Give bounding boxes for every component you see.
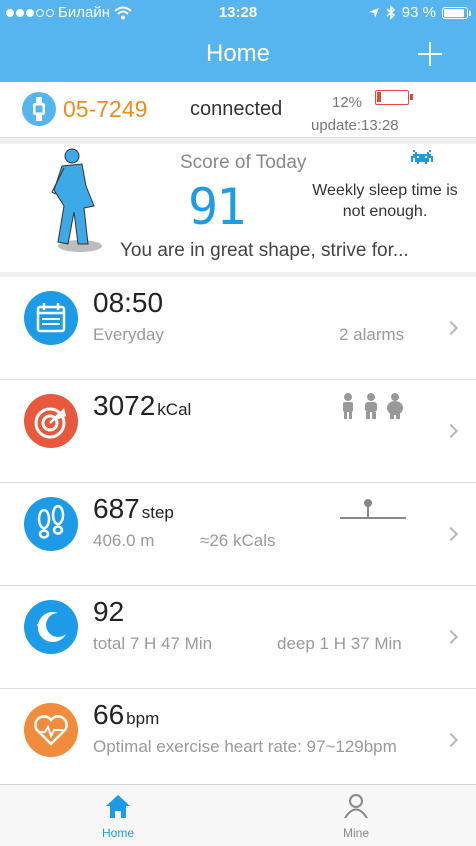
heart-rate-unit: bpm [126,709,160,728]
person-icon [344,794,368,819]
weekly-sleep-message: Weekly sleep time is not enough. [312,182,458,220]
space-invader-icon[interactable] [409,150,435,170]
bluetooth-icon [386,5,395,20]
steps-kcals: ≈26 kCals [200,531,276,550]
location-arrow-icon [368,7,379,18]
phone-battery-icon [442,6,471,19]
tab-mine-label: Mine [342,826,369,840]
score-title: Score of Today [180,152,307,173]
battery-percent: 93 % [401,4,436,21]
sleep-total: total 7 H 47 Min [93,634,213,653]
alarm-repeat: Everyday [93,325,164,344]
moon-stars-icon [24,600,78,654]
calendar-icon [24,291,78,345]
page-title: Home [205,40,271,67]
steps-row[interactable]: 687 step 406.0 m ≈26 kCals [0,483,476,586]
footprints-icon [24,497,78,551]
sleep-row[interactable]: 92 total 7 H 47 Min deep 1 H 37 Min [0,586,476,689]
heart-rate-row[interactable]: 66 bpm Optimal exercise heart rate: 97~12… [0,689,476,784]
target-arrow-icon [24,394,78,448]
device-name: 05-7249 [63,96,148,122]
steps-distance: 406.0 m [93,531,155,550]
add-button[interactable] [418,42,442,66]
tab-home-label: Home [101,826,134,840]
body-figure-icon [51,148,102,252]
calories-number: 3072 [93,390,156,421]
device-bar[interactable]: 05-7249 connected 12% update:13:28 [0,82,476,138]
body-types-icon [343,393,403,419]
score-message: You are in great shape, strive for... [120,240,409,261]
nav-bar: Home [0,26,476,82]
sleep-value: 92 [93,596,125,627]
home-screen: Билайн 13:28 93 % Home 05-7249 connected… [0,0,476,846]
tab-home[interactable]: Home [78,793,158,840]
phone-battery-level [444,8,465,17]
last-update: update:13:28 [311,117,399,134]
score-value: 91 [188,178,246,236]
steps-unit: step [141,503,174,522]
heart-pulse-icon [24,703,78,757]
chevron-right-icon [443,320,459,336]
alarm-count: 2 alarms [339,325,405,344]
steps-progress-icon [340,499,406,519]
device-battery-percent: 12% [332,94,363,111]
status-right: 93 % [368,4,471,21]
device-battery-level [377,92,381,102]
chevron-right-icon [443,629,459,645]
status-bar: Билайн 13:28 93 % [0,0,476,26]
chevron-right-icon [443,526,459,542]
steps-value: 687 step [93,493,174,525]
tab-mine[interactable]: Mine [316,793,396,840]
chevron-right-icon [443,732,459,748]
alarm-time: 08:50 [93,287,164,318]
home-icon [106,795,130,818]
optimal-heart-rate: Optimal exercise heart rate: 97~129bpm [93,737,397,756]
alarm-row[interactable]: 08:50 Everyday 2 alarms [0,277,476,380]
heart-rate-number: 66 [93,699,125,730]
calories-value: 3072 kCal [93,390,191,422]
tab-bar: Home Mine [0,784,476,846]
heart-rate-value: 66 bpm [93,699,159,731]
sleep-deep: deep 1 H 37 Min [277,634,402,653]
watch-icon [22,92,56,126]
calories-row[interactable]: 3072 kCal [0,380,476,483]
calories-unit: kCal [157,400,192,419]
device-battery-icon [375,90,413,105]
score-panel[interactable]: Score of Today 91 Weekly sleep time is n… [0,144,476,272]
chevron-right-icon [443,423,459,439]
connection-status: connected [190,98,283,120]
steps-number: 687 [93,493,140,524]
